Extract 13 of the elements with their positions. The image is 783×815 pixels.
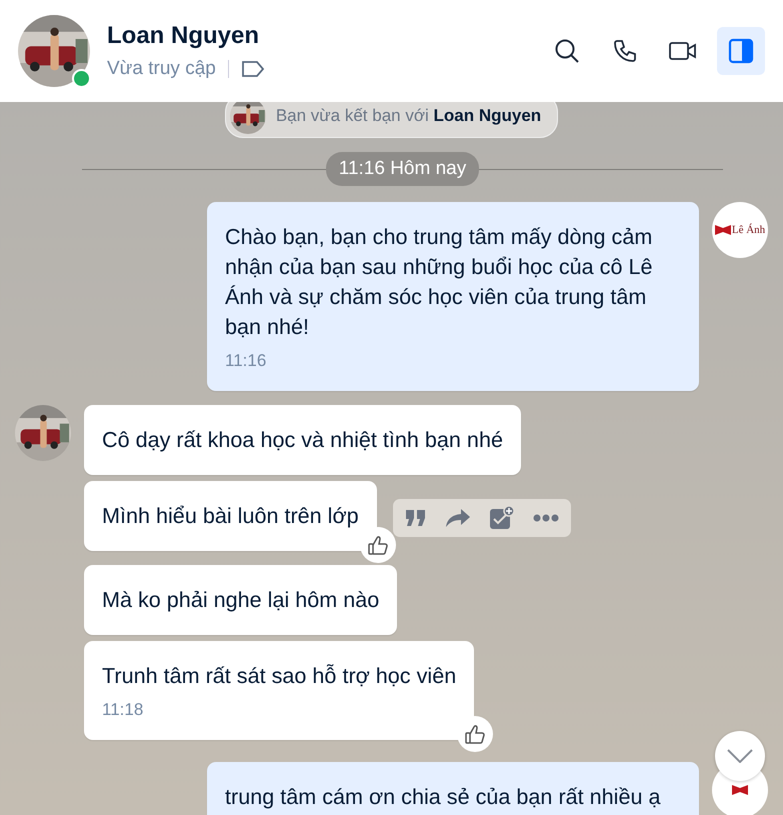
message-text: Mình hiểu bài luôn trên lớp [102, 503, 359, 528]
logo-text: Lê Ánh [732, 224, 766, 236]
message-text: Mà ko phải nghe lại hôm nào [102, 587, 380, 612]
message-time: 11:18 [102, 700, 144, 720]
message-text: Cô dạy rất khoa học và nhiệt tình bạn nhé [102, 427, 503, 452]
message-text: Chào bạn, bạn cho trung tâm mấy dòng cảm nhận của bạn sau những buổi học của cô Lê Ánh và sự chăm sóc học viên của trung tâm bạn nhé! [225, 224, 652, 339]
message-text: trung tâm cám ơn chia sẻ của bạn rất nhiều ạ [225, 784, 660, 809]
status-text: Vừa truy cập [107, 58, 216, 80]
notice-text: Bạn vừa kết bạn với Loan Nguyen [276, 106, 542, 126]
message-text: Trunh tâm rất sát sao hỗ trợ học viên [102, 663, 456, 688]
contact-name: Loan Nguyen [107, 22, 260, 50]
message-time: 11:16 [225, 351, 268, 371]
date-divider-label: 11:16 Hôm nay [326, 152, 480, 186]
